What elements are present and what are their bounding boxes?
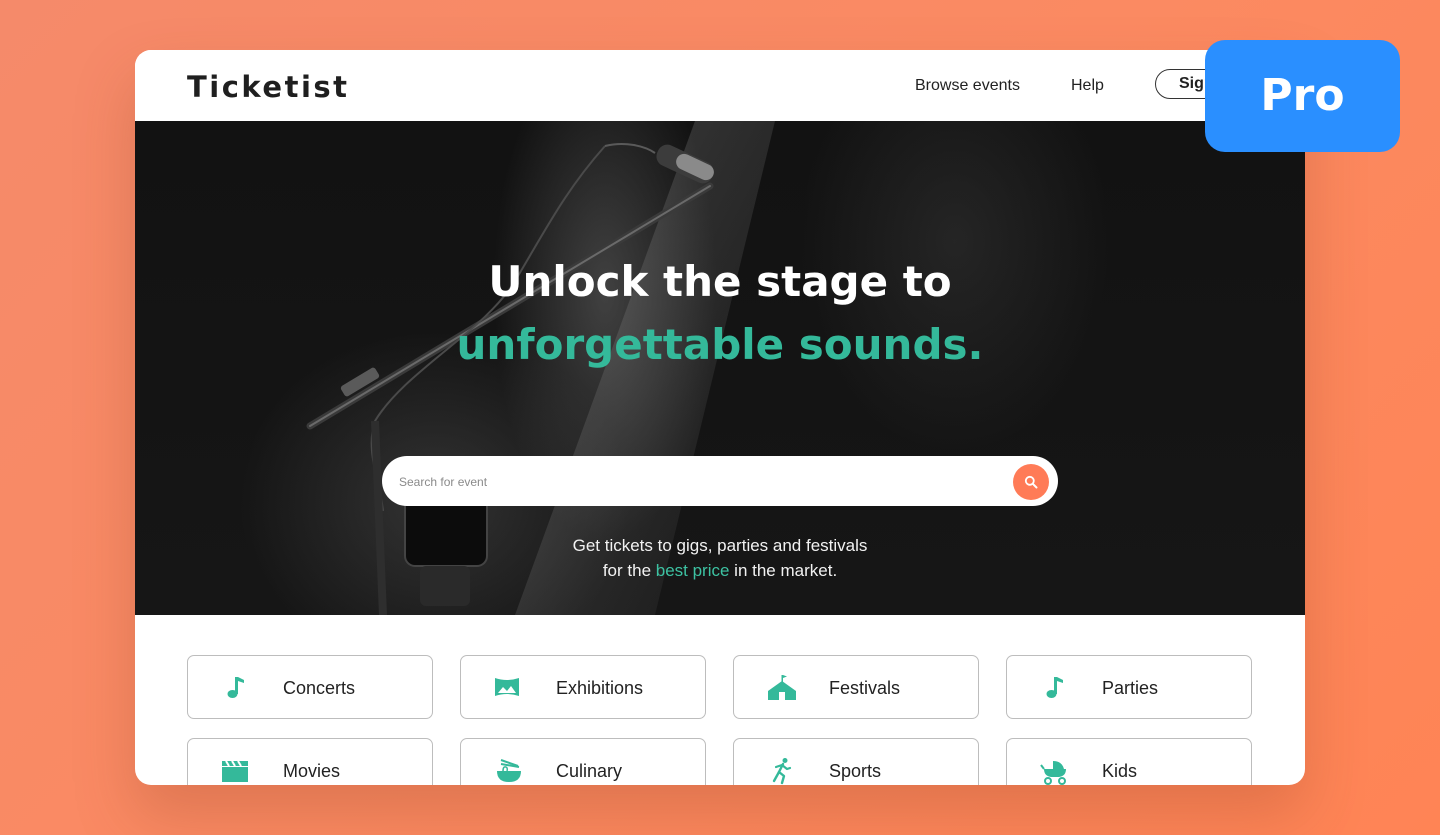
category-label: Sports — [829, 761, 882, 781]
category-culinary[interactable]: Culinary — [460, 738, 706, 785]
hero-title-line2: unforgettable sounds. — [456, 320, 984, 369]
music-note-icon — [227, 677, 244, 698]
category-concerts[interactable]: Concerts — [187, 655, 433, 719]
category-label: Culinary — [556, 761, 623, 781]
category-exhibitions[interactable]: Exhibitions — [460, 655, 706, 719]
hero-section: Unlock the stage to unforgettable sounds… — [135, 121, 1305, 615]
hero-subtitle-line2: for the best price in the market. — [135, 558, 1305, 583]
nav-help-link[interactable]: Help — [1071, 77, 1104, 95]
hero-title-line1: Unlock the stage to — [488, 257, 952, 306]
clapperboard-icon — [222, 760, 248, 782]
stroller-icon — [1040, 761, 1066, 785]
picture-icon — [495, 678, 519, 696]
pro-badge: Pro — [1205, 40, 1400, 152]
tent-icon — [768, 675, 796, 700]
category-label: Exhibitions — [556, 678, 644, 698]
search-input[interactable] — [397, 466, 1001, 498]
hero-subtitle-line1: Get tickets to gigs, parties and festiva… — [572, 536, 868, 555]
category-movies[interactable]: Movies — [187, 738, 433, 785]
search-bar — [382, 456, 1058, 506]
category-festivals[interactable]: Festivals — [733, 655, 979, 719]
music-note-icon — [1046, 677, 1063, 698]
top-navbar: Ticketist Browse events Help Sign in — [135, 50, 1305, 121]
search-button[interactable] — [1013, 464, 1049, 500]
nav-browse-events-link[interactable]: Browse events — [915, 77, 1020, 95]
noodle-bowl-icon — [497, 759, 521, 782]
category-sports[interactable]: Sports — [733, 738, 979, 785]
running-person-icon — [772, 758, 792, 785]
category-kids[interactable]: Kids — [1006, 738, 1252, 785]
category-label: Movies — [283, 761, 341, 781]
best-price-highlight: best price — [655, 561, 730, 580]
subtitle-text-after: in the market. — [729, 561, 838, 580]
category-parties[interactable]: Parties — [1006, 655, 1252, 719]
search-icon — [1024, 475, 1038, 489]
category-label: Kids — [1102, 761, 1138, 781]
category-label: Concerts — [283, 678, 356, 698]
category-label: Festivals — [829, 678, 901, 698]
subtitle-text-before: for the — [602, 561, 656, 580]
browser-card: Ticketist Browse events Help Sign in — [135, 50, 1305, 785]
category-label: Parties — [1102, 678, 1159, 698]
site-logo[interactable]: Ticketist — [187, 70, 350, 104]
